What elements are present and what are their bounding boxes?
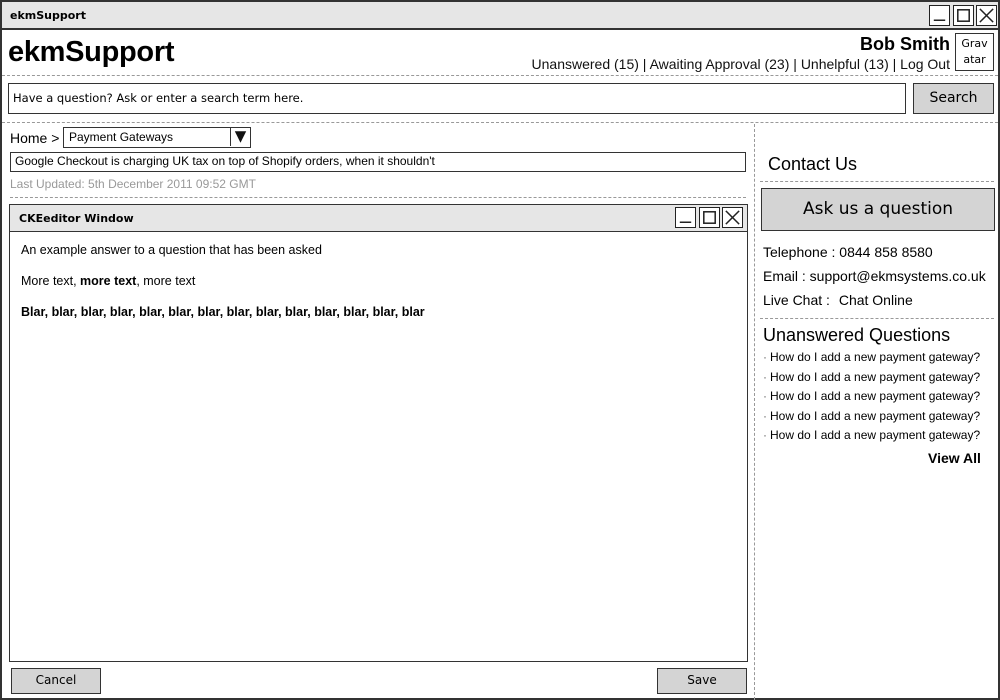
- logout-link[interactable]: Log Out: [900, 56, 950, 72]
- save-button[interactable]: Save: [657, 668, 747, 694]
- question-link[interactable]: How do I add a new payment gateway?: [770, 350, 980, 364]
- column-divider: [754, 124, 755, 700]
- list-item[interactable]: · How do I add a new payment gateway?: [763, 428, 980, 448]
- status-nav: Unanswered (15) | Awaiting Approval (23)…: [532, 56, 950, 72]
- bullet-icon: ·: [763, 350, 767, 364]
- user-name: Bob Smith: [860, 34, 950, 54]
- site-header: ekmSupport Bob Smith Grav atar Unanswere…: [2, 30, 998, 76]
- app-window: ekmSupport ekmSupport Bob Smith Grav ata…: [0, 0, 1000, 700]
- triangle-down-icon: [234, 131, 247, 143]
- list-item[interactable]: · How do I add a new payment gateway?: [763, 389, 980, 409]
- live-chat-info: Live Chat : Chat Online: [763, 292, 913, 308]
- editor-titlebar: CKEeditor Window: [10, 205, 747, 232]
- nav-separator: |: [642, 56, 647, 72]
- bullet-icon: ·: [763, 408, 767, 423]
- avatar[interactable]: Grav atar: [955, 33, 994, 71]
- list-item[interactable]: · How do I add a new payment gateway?: [763, 409, 980, 429]
- editor-maximize-button[interactable]: [699, 207, 720, 228]
- list-item[interactable]: · How do I add a new payment gateway?: [763, 350, 980, 370]
- editor-bold-text: more text: [80, 274, 137, 288]
- bullet-icon: ·: [763, 389, 767, 404]
- unanswered-questions-list: · How do I add a new payment gateway? · Ho…: [763, 350, 980, 448]
- editor-text: , more text: [136, 274, 196, 288]
- unanswered-questions-heading: Unanswered Questions: [763, 325, 951, 345]
- editor-text: More text,: [21, 274, 81, 288]
- question-link[interactable]: How do I add a new payment gateway?: [770, 428, 980, 442]
- question-title-field[interactable]: Google Checkout is charging UK tax on to…: [10, 152, 746, 172]
- editor-window: CKEeditor Window An example answer to a …: [9, 204, 748, 662]
- minimize-button[interactable]: [929, 5, 950, 26]
- avatar-label: Grav atar: [961, 37, 988, 66]
- divider: [760, 318, 994, 319]
- divider: [760, 181, 994, 182]
- question-link[interactable]: How do I add a new payment gateway?: [770, 370, 980, 384]
- window-title: ekmSupport: [10, 9, 86, 22]
- brand-logo[interactable]: ekmSupport: [8, 36, 174, 69]
- view-all-link[interactable]: View All: [928, 450, 981, 466]
- contact-us-heading: Contact Us: [768, 154, 858, 174]
- editor-minimize-button[interactable]: [675, 207, 696, 228]
- breadcrumb-home-link[interactable]: Home >: [10, 130, 59, 146]
- editor-bold-text: Blar, blar, blar, blar, blar, blar, blar…: [21, 305, 425, 319]
- minimize-icon: [933, 19, 946, 22]
- maximize-icon: [703, 211, 716, 224]
- divider: [10, 197, 746, 198]
- editor-paragraph: Blar, blar, blar, blar, blar, blar, blar…: [21, 305, 425, 319]
- category-select-value: Payment Gateways: [69, 130, 174, 144]
- telephone-info: Telephone : 0844 858 8580: [763, 244, 933, 260]
- nav-unanswered-link[interactable]: Unanswered (15): [532, 56, 639, 72]
- dropdown-arrow-button[interactable]: [230, 128, 250, 146]
- editor-paragraph: An example answer to a question that has…: [21, 243, 322, 257]
- maximize-icon: [957, 9, 970, 22]
- question-link[interactable]: How do I add a new payment gateway?: [770, 409, 980, 423]
- editor-title: CKEeditor Window: [19, 212, 134, 225]
- question-link[interactable]: How do I add a new payment gateway?: [770, 389, 980, 403]
- bullet-icon: ·: [763, 428, 767, 443]
- nav-awaiting-approval-link[interactable]: Awaiting Approval (23): [650, 56, 790, 72]
- bullet-icon: ·: [763, 369, 767, 384]
- search-input[interactable]: Have a question? Ask or enter a search t…: [8, 83, 906, 114]
- editor-close-button[interactable]: [722, 207, 743, 228]
- editor-content[interactable]: An example answer to a question that has…: [21, 243, 425, 336]
- email-info[interactable]: Email : support@ekmsystems.co.uk: [763, 268, 986, 284]
- nav-separator: |: [793, 56, 797, 72]
- chat-online-link[interactable]: Chat Online: [839, 292, 913, 308]
- close-icon: [725, 210, 740, 225]
- cancel-button[interactable]: Cancel: [11, 668, 101, 694]
- nav-separator: |: [892, 56, 897, 72]
- maximize-button[interactable]: [953, 5, 974, 26]
- list-item[interactable]: · How do I add a new payment gateway?: [763, 370, 980, 390]
- last-updated: Last Updated: 5th December 2011 09:52 GM…: [10, 177, 256, 191]
- search-button[interactable]: Search: [913, 83, 994, 114]
- close-button[interactable]: [976, 5, 997, 26]
- nav-unhelpful-link[interactable]: Unhelpful (13): [801, 56, 889, 72]
- editor-paragraph: More text, more text, more text: [21, 274, 425, 288]
- ask-question-button[interactable]: Ask us a question: [761, 188, 995, 231]
- minimize-icon: [679, 221, 692, 224]
- window-titlebar: ekmSupport: [2, 2, 998, 30]
- category-select[interactable]: Payment Gateways: [63, 127, 251, 148]
- close-icon: [979, 8, 994, 23]
- live-chat-label: Live Chat :: [763, 292, 830, 308]
- search-bar: Have a question? Ask or enter a search t…: [2, 77, 998, 123]
